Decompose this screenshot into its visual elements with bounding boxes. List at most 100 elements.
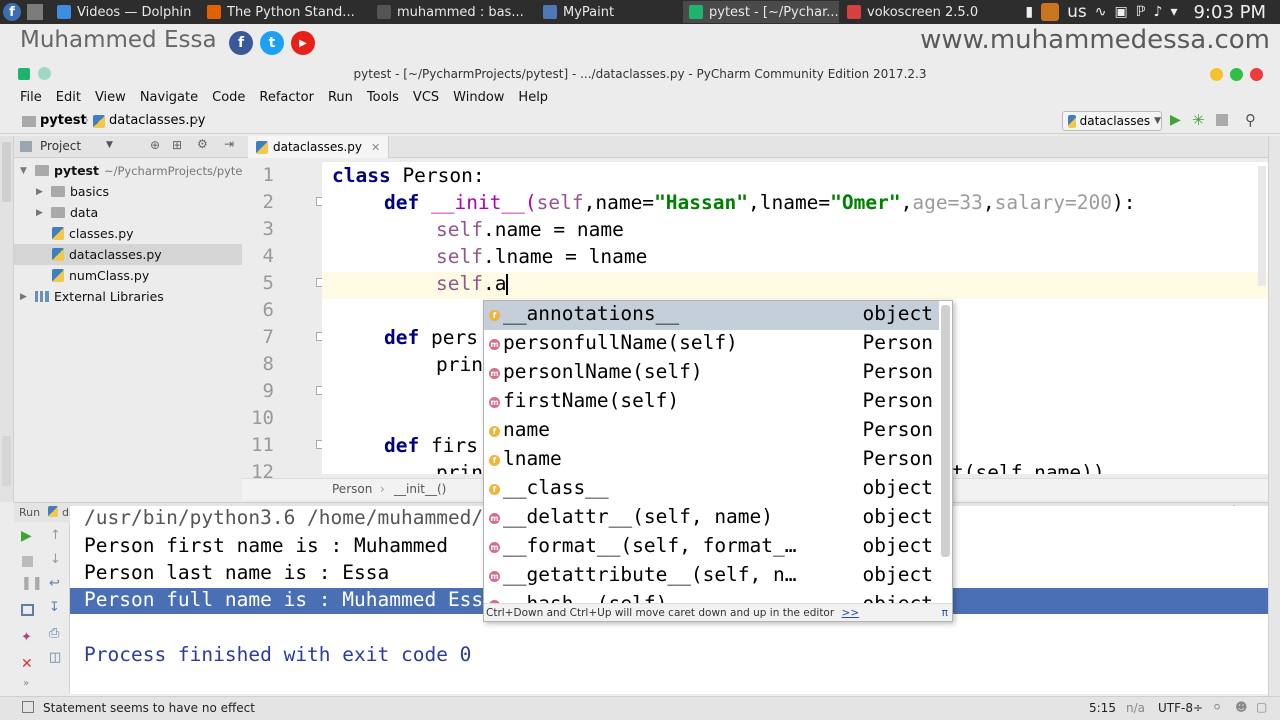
tree-item-classes[interactable]: classes.py [52, 223, 134, 244]
popup-scrollbar[interactable] [941, 305, 950, 557]
project-panel-title[interactable]: Project [40, 139, 81, 153]
menu-bar: File Edit View Navigate Code Refactor Run Tools… [0, 86, 1280, 108]
taskbar-task[interactable]: The Python Stand... [201, 1, 369, 23]
print-icon[interactable]: ⎙ [49, 626, 59, 641]
tree-item-numclass[interactable]: numClass.py [52, 265, 149, 286]
expand-icon[interactable]: ▼ [20, 166, 30, 176]
code-line: prin [436, 353, 483, 376]
menu-vcs[interactable]: VCS [413, 90, 439, 105]
menu-tools[interactable]: Tools [367, 90, 399, 105]
run-icon[interactable]: ▶ [1170, 112, 1181, 128]
clipboard-icon[interactable]: ▮ [1025, 4, 1033, 20]
python-file-icon [1068, 114, 1076, 128]
trash-icon[interactable]: ◫ [49, 650, 61, 665]
pause-icon[interactable]: ❚❚ [21, 576, 43, 591]
taskbar-task[interactable]: Videos — Dolphin [51, 1, 199, 23]
maximize-button[interactable] [1230, 68, 1243, 81]
taskbar-task[interactable]: MyPaint [537, 1, 681, 23]
tray-expand-icon[interactable]: ▾ [1170, 4, 1177, 20]
tree-root[interactable]: ▼ pytest ~/PycharmProjects/pytest [20, 160, 242, 181]
expand-icon[interactable]: ▶ [36, 208, 46, 218]
down-arrow-icon[interactable]: ↓ [50, 552, 61, 567]
suggestion-item[interactable]: m firstName(self) Person [484, 388, 939, 417]
wifi-icon[interactable]: ∿ [1095, 4, 1107, 20]
scroll-to-end-icon[interactable]: ↧ [49, 600, 60, 615]
menu-file[interactable]: File [20, 90, 42, 105]
tree-item-data[interactable]: ▶ data [36, 202, 98, 223]
tree-item-basics[interactable]: ▶ basics [36, 181, 109, 202]
tree-item-dataclasses[interactable]: dataclasses.py [14, 244, 242, 265]
line-separator[interactable]: n/a [1126, 701, 1145, 715]
stop-icon[interactable] [1216, 114, 1228, 126]
hide-panel-icon[interactable]: ⇥ [224, 137, 234, 151]
menu-refactor[interactable]: Refactor [259, 90, 314, 105]
editor-scroll-marker[interactable] [1258, 166, 1266, 286]
suggestion-item[interactable]: f name Person [484, 417, 939, 446]
menu-edit[interactable]: Edit [56, 90, 81, 105]
popup-hint-link[interactable]: >> [842, 607, 860, 619]
layout-icon[interactable] [21, 604, 34, 616]
clock[interactable]: 9:03 PM [1193, 2, 1266, 23]
taskbar-task[interactable]: vokoscreen 2.5.0 [841, 1, 993, 23]
expand-icon[interactable]: ▶ [20, 292, 30, 302]
suggestion-item[interactable]: m personfullName(self) Person [484, 330, 939, 359]
minimize-button[interactable] [1210, 68, 1223, 81]
collapse-all-icon[interactable]: ⊞ [172, 138, 182, 152]
keyboard-layout[interactable]: us [1067, 2, 1087, 22]
suggestion-item[interactable]: m __format__(self, format_… object [484, 533, 939, 562]
bluetooth-icon[interactable]: ℙ [1136, 4, 1146, 20]
search-icon[interactable]: ⚲ [1245, 111, 1256, 129]
nav-project[interactable]: pytest [40, 113, 87, 128]
more-icon[interactable]: » [23, 678, 29, 689]
volume-icon[interactable]: ♪ [1154, 4, 1163, 20]
battery-icon[interactable]: ▣ [1114, 4, 1127, 20]
pin-icon[interactable]: ✦ [21, 630, 32, 645]
tree-item-external-libraries[interactable]: ▶ External Libraries [20, 286, 164, 307]
menu-help[interactable]: Help [518, 90, 548, 105]
taskbar-task[interactable]: pytest - [~/Pychar... [683, 1, 839, 23]
close-icon[interactable]: ✕ [21, 656, 33, 672]
close-icon[interactable]: ✕ [371, 141, 380, 154]
rerun-icon[interactable]: ▶ [21, 528, 32, 544]
pi-icon[interactable]: π [942, 604, 948, 621]
app-indicator-icon[interactable] [1041, 3, 1060, 21]
suggestion-item[interactable]: f __annotations__ object [484, 301, 939, 330]
structure-tool-tab[interactable] [2, 436, 11, 486]
chevron-down-icon[interactable]: ▼ [106, 140, 113, 150]
stop-icon[interactable] [22, 556, 33, 567]
suggestion-item[interactable]: m __getattribute__(self, n… object [484, 562, 939, 591]
toggle-panels-icon[interactable] [22, 701, 34, 713]
breadcrumb-method[interactable]: __init__() [394, 482, 446, 496]
suggestion-item[interactable]: f lname Person [484, 446, 939, 475]
suggestion-item[interactable]: m personlName(self) Person [484, 359, 939, 388]
up-arrow-icon[interactable]: ↑ [50, 528, 61, 543]
desktop-grid-icon[interactable] [27, 4, 43, 20]
run-config-dropdown[interactable]: dataclasses ▼ [1062, 111, 1162, 131]
window-sticky-icon[interactable] [38, 67, 51, 80]
inspector-icon[interactable]: ☻ [1235, 700, 1248, 714]
suggestion-item[interactable]: m __delattr__(self, name) object [484, 504, 939, 533]
breadcrumb-class[interactable]: Person [332, 482, 372, 496]
nav-file[interactable]: dataclasses.py [109, 113, 205, 128]
menu-window[interactable]: Window [453, 90, 504, 105]
menu-view[interactable]: View [95, 90, 126, 105]
menu-navigate[interactable]: Navigate [140, 90, 198, 105]
event-log-icon[interactable]: ▢ [1256, 700, 1267, 714]
lock-icon[interactable]: ⚪ [1212, 700, 1222, 714]
taskbar-task[interactable]: muhammed : bas... [371, 1, 535, 23]
caret-position[interactable]: 5:15 [1089, 701, 1116, 715]
run-panel-label[interactable]: Run [19, 506, 40, 519]
project-tool-tab[interactable] [2, 142, 11, 202]
fedora-logo-icon[interactable]: f [3, 3, 21, 21]
soft-wrap-icon[interactable]: ↩ [49, 576, 60, 591]
expand-icon[interactable]: ▶ [36, 187, 46, 197]
menu-code[interactable]: Code [212, 90, 245, 105]
gear-icon[interactable]: ⚙ [197, 137, 208, 151]
close-button[interactable] [1250, 68, 1263, 81]
scroll-from-source-icon[interactable]: ⊕ [150, 138, 160, 152]
menu-run[interactable]: Run [328, 90, 353, 105]
debug-icon[interactable]: ✳ [1192, 111, 1205, 129]
suggestion-item[interactable]: f __class__ object [484, 475, 939, 504]
file-encoding[interactable]: UTF-8÷ [1158, 701, 1203, 715]
tab-dataclasses[interactable]: dataclasses.py ✕ [248, 136, 390, 158]
